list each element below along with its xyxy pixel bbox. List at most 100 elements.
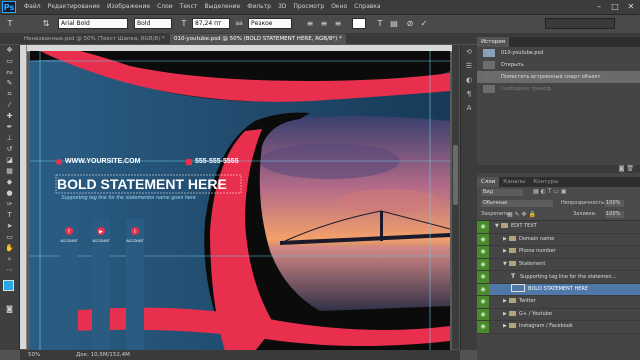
clone-stamp-tool-icon[interactable]: ⊥ xyxy=(0,133,19,144)
tab-history[interactable]: История xyxy=(477,37,510,47)
blur-tool-icon[interactable]: ◆ xyxy=(0,177,19,188)
menu-image[interactable]: Изображение xyxy=(107,0,150,14)
eyedropper-tool-icon[interactable]: ⁄ xyxy=(0,100,19,111)
menu-layers[interactable]: Слои xyxy=(157,0,173,14)
edit-toolbar-icon[interactable]: ⋯ xyxy=(0,265,19,276)
commit-edit-icon[interactable]: ✓ xyxy=(418,18,430,29)
blend-mode-select[interactable]: Обычные xyxy=(481,200,553,207)
tab-layers[interactable]: Слои xyxy=(477,177,500,187)
font-style-select[interactable]: Bold xyxy=(134,18,172,29)
headline-text[interactable]: BOLD STATEMENT HERE xyxy=(57,176,227,192)
layer-text-headline[interactable]: ◉ BOLD STATEMENT HERE xyxy=(477,283,640,296)
quick-select-tool-icon[interactable]: ✎ xyxy=(0,78,19,89)
cancel-edit-icon[interactable]: ⊘ xyxy=(404,18,416,29)
paragraph-panel-icon[interactable]: ¶ xyxy=(461,87,477,101)
font-family-select[interactable]: Arial Bold xyxy=(58,18,128,29)
history-item[interactable]: Открыть xyxy=(477,59,640,71)
tab-document-2[interactable]: 010-youtube.psd @ 50% (BOLD STATEMENT HE… xyxy=(170,34,346,44)
character-panel-icon[interactable]: ▤ xyxy=(388,18,400,29)
close-icon[interactable]: ✕ xyxy=(624,1,638,12)
history-item[interactable]: Поместить встроенный смарт-объект xyxy=(477,71,640,83)
shape-tool-icon[interactable]: ▭ xyxy=(0,232,19,243)
menu-window[interactable]: Окно xyxy=(331,0,347,14)
adjust-panel-icon[interactable]: ◐ xyxy=(461,73,477,87)
crop-tool-icon[interactable]: ⌗ xyxy=(0,89,19,100)
history-panel-icon[interactable]: ⟲ xyxy=(461,45,477,59)
visibility-eye-icon[interactable]: ◉ xyxy=(477,258,489,270)
quick-mask-icon[interactable]: ◙ xyxy=(0,304,19,315)
trash-icon[interactable]: 🗑 xyxy=(626,165,634,172)
zoom-level[interactable]: 50% xyxy=(28,350,40,360)
visibility-eye-icon[interactable]: ◉ xyxy=(477,271,489,283)
filter-icons[interactable]: ▦ ◐ T ▭ ▣ xyxy=(533,188,567,195)
zoom-tool-icon[interactable]: ⌕ xyxy=(0,254,19,265)
layer-group-phone[interactable]: ◉ ▶ Phone number xyxy=(477,246,640,259)
menu-filter[interactable]: Фильтр xyxy=(247,0,271,14)
color-swatches[interactable] xyxy=(0,276,19,304)
character-panel-icon[interactable]: A xyxy=(461,101,477,115)
scrollbar-thumb[interactable] xyxy=(453,145,458,205)
minimize-icon[interactable]: – xyxy=(592,1,606,12)
foreground-color-swatch[interactable] xyxy=(3,280,14,291)
menu-type[interactable]: Текст xyxy=(180,0,198,14)
visibility-eye-icon[interactable]: ◉ xyxy=(477,296,489,308)
maximize-icon[interactable]: □ xyxy=(608,1,622,12)
opacity-field[interactable]: 100% xyxy=(605,200,624,207)
menu-select[interactable]: Выделение xyxy=(204,0,240,14)
healing-tool-icon[interactable]: ✚ xyxy=(0,111,19,122)
type-tool-icon[interactable]: T xyxy=(4,18,16,29)
gradient-tool-icon[interactable]: ▦ xyxy=(0,166,19,177)
layer-group-edit-text[interactable]: ◉ ▼ EDIT TEXT xyxy=(477,221,640,234)
dodge-tool-icon[interactable]: ● xyxy=(0,188,19,199)
move-tool-icon[interactable]: ✥ xyxy=(0,45,19,56)
layer-group-domain[interactable]: ◉ ▶ Domain name xyxy=(477,233,640,246)
menu-3d[interactable]: 3D xyxy=(278,0,286,14)
path-select-tool-icon[interactable]: ➤ xyxy=(0,221,19,232)
text-color-swatch[interactable] xyxy=(352,18,366,29)
canvas-scrollbar[interactable] xyxy=(452,45,459,349)
visibility-eye-icon[interactable]: ◉ xyxy=(477,308,489,320)
layer-group-youtube[interactable]: ◉ ▶ G+ / Youtube xyxy=(477,308,640,321)
layer-text-tagline[interactable]: ◉ T Supporting tag line for the statemen.… xyxy=(477,271,640,284)
visibility-eye-icon[interactable]: ◉ xyxy=(477,221,489,233)
antialias-select[interactable]: Резкое xyxy=(248,18,292,29)
layer-filter-select[interactable]: Вид xyxy=(481,189,523,196)
visibility-eye-icon[interactable]: ◉ xyxy=(477,321,489,333)
history-brush-tool-icon[interactable]: ↺ xyxy=(0,144,19,155)
layer-group-twitter[interactable]: ◉ ▶ Twitter xyxy=(477,296,640,309)
marquee-tool-icon[interactable]: ▭ xyxy=(0,56,19,67)
history-item[interactable]: Свободное трансф. xyxy=(477,83,640,95)
visibility-eye-icon[interactable]: ◉ xyxy=(477,233,489,245)
lock-icons[interactable]: ▦ ✎ ✥ 🔒 xyxy=(507,209,536,220)
menu-file[interactable]: Файл xyxy=(24,0,41,14)
workspace-select[interactable] xyxy=(545,18,615,29)
tab-document-1[interactable]: Неназванные.psd @ 50% (Текст Шапка, RGB/… xyxy=(20,34,169,44)
new-snapshot-icon[interactable]: ◙ xyxy=(619,165,625,172)
align-center-icon[interactable]: ≡ xyxy=(318,18,330,29)
align-right-icon[interactable]: ≡ xyxy=(332,18,344,29)
document-canvas[interactable]: f ▶ t WWW.YOURSITE.COM 555-555-5555 BOLD… xyxy=(30,51,450,351)
artwork-svg: f ▶ t xyxy=(30,51,450,351)
visibility-eye-icon[interactable]: ◉ xyxy=(477,246,489,258)
layer-group-statement[interactable]: ◉ ▼ Statement xyxy=(477,258,640,271)
orientation-icon[interactable]: ⇅ xyxy=(40,18,52,29)
warp-text-icon[interactable]: T xyxy=(374,18,386,29)
tab-channels[interactable]: Каналы xyxy=(499,177,529,187)
tab-paths[interactable]: Контуры xyxy=(529,177,562,187)
lasso-tool-icon[interactable]: ᔓ xyxy=(0,67,19,78)
brush-tool-icon[interactable]: ✒ xyxy=(0,122,19,133)
align-left-icon[interactable]: ≡ xyxy=(304,18,316,29)
hand-tool-icon[interactable]: ✋ xyxy=(0,243,19,254)
type-tool-icon[interactable]: T xyxy=(0,210,19,221)
fill-field[interactable]: 100% xyxy=(605,211,624,218)
font-size-field[interactable]: 87,24 пт xyxy=(192,18,230,29)
properties-panel-icon[interactable]: ☰ xyxy=(461,59,477,73)
visibility-eye-icon[interactable]: ◉ xyxy=(477,283,489,295)
menu-help[interactable]: Справка xyxy=(354,0,380,14)
eraser-tool-icon[interactable]: ◪ xyxy=(0,155,19,166)
pen-tool-icon[interactable]: ✑ xyxy=(0,199,19,210)
menu-edit[interactable]: Редактирование xyxy=(48,0,100,14)
menu-view[interactable]: Просмотр xyxy=(293,0,324,14)
layer-group-instagram[interactable]: ◉ ▶ Instagram / Facebook xyxy=(477,321,640,334)
history-snapshot[interactable]: 010-youtube.psd xyxy=(477,47,640,59)
